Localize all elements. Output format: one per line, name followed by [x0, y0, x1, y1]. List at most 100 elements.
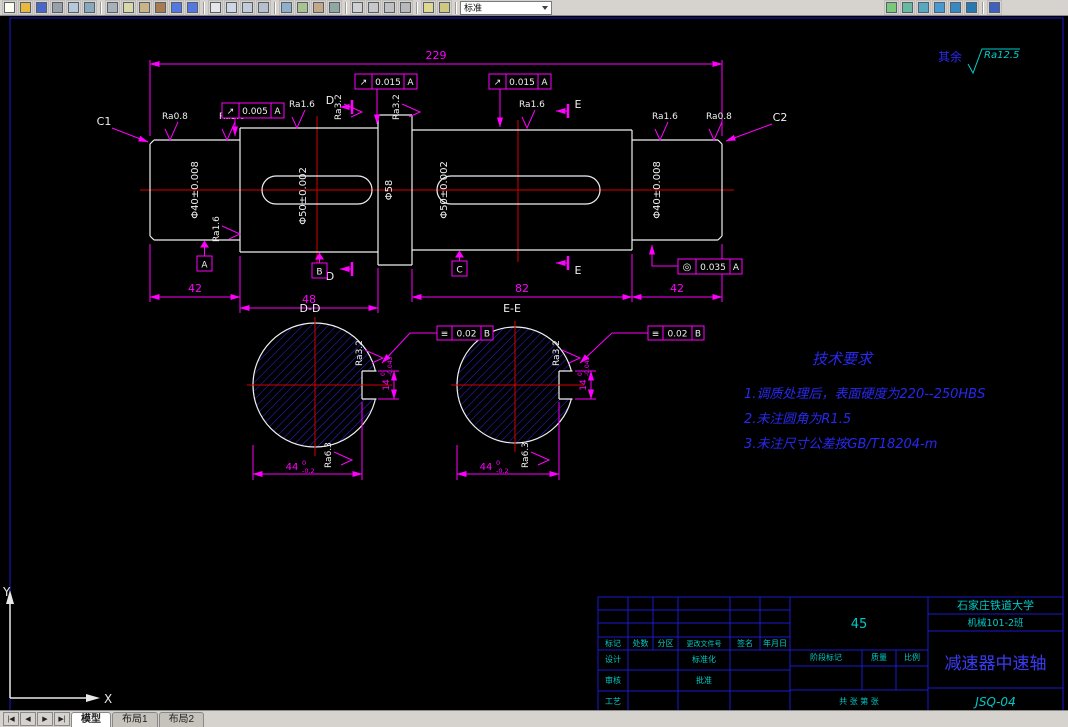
svg-text:A: A — [274, 107, 281, 117]
text-style-glyph — [918, 2, 929, 13]
match-properties-icon[interactable] — [153, 0, 168, 15]
tech-line-1: 1.调质处理后，表面硬度为220--250HBS — [744, 387, 985, 402]
cad-window: 标准 229 42 48 82 42 44 0 -0.2 44 0 -0.2 1… — [0, 0, 1068, 727]
tab-layout1[interactable]: 布局1 — [112, 712, 158, 727]
tb-label-zone: 分区 — [658, 639, 674, 648]
dim-42-right: 42 — [670, 282, 684, 295]
tool-palettes-icon[interactable] — [311, 0, 326, 15]
combo-arrow-icon[interactable] — [542, 5, 548, 10]
tolerance-frame-runout-2: ↗ 0.015 A — [354, 73, 418, 90]
svg-text:0.005: 0.005 — [242, 107, 268, 117]
dim-44-dd-tol-up: 0 — [302, 459, 306, 467]
tb-drawing-no: JSQ-04 — [973, 695, 1015, 709]
open-icon[interactable] — [18, 0, 33, 15]
top-toolbar: 标准 — [0, 0, 1068, 16]
publish-icon[interactable] — [82, 0, 97, 15]
layer-control-icon[interactable] — [437, 0, 452, 15]
cut-icon[interactable] — [105, 0, 120, 15]
lights-icon[interactable] — [964, 0, 979, 15]
plot-preview-icon[interactable] — [66, 0, 81, 15]
zoom-realtime-icon[interactable] — [224, 0, 239, 15]
open-glyph — [20, 2, 31, 13]
tab-model[interactable]: 模型 — [71, 712, 111, 727]
drawing-canvas[interactable]: 229 42 48 82 42 44 0 -0.2 44 0 -0.2 14 0… — [0, 16, 1068, 713]
pan-icon[interactable] — [208, 0, 223, 15]
tab-nav-first-icon[interactable]: |◀ — [3, 712, 19, 726]
dim-14-ee: 14 — [579, 379, 589, 391]
tolerance-frame-runout-3: ↗ 0.015 A — [488, 73, 552, 90]
roughness-label: Ra0.8 — [706, 112, 732, 122]
materials-icon[interactable] — [948, 0, 963, 15]
save-icon[interactable] — [34, 0, 49, 15]
chamfer-c2: C2 — [773, 111, 788, 124]
layer-properties-glyph — [423, 2, 434, 13]
design-center-icon[interactable] — [295, 0, 310, 15]
table-style-icon[interactable] — [900, 0, 915, 15]
trim-icon[interactable] — [398, 0, 413, 15]
zoom-previous-glyph — [258, 2, 269, 13]
undo-glyph — [171, 2, 182, 13]
sheet-set-manager-icon[interactable] — [327, 0, 342, 15]
tb-label-count: 处数 — [633, 638, 649, 648]
design-center-glyph — [297, 2, 308, 13]
tb-label-std: 标准化 — [692, 654, 716, 664]
text-style-combo[interactable]: 标准 — [460, 0, 552, 15]
help-icon[interactable] — [987, 0, 1002, 15]
roughness-label: Ra1.6 — [652, 112, 678, 122]
match-properties-glyph — [155, 2, 166, 13]
svg-text:≡: ≡ — [652, 330, 660, 340]
tab-nav-next-icon[interactable]: ▶ — [37, 712, 53, 726]
roughness-label: Ra3.2 — [392, 94, 402, 120]
new-icon[interactable] — [2, 0, 17, 15]
dimension-style-icon[interactable] — [884, 0, 899, 15]
redo-icon[interactable] — [185, 0, 200, 15]
tb-label-date: 年月日 — [763, 638, 787, 648]
ucs-y-label: Y — [2, 585, 11, 599]
roughness-label: Ra1.6 — [212, 216, 222, 242]
copy-icon[interactable] — [121, 0, 136, 15]
zoom-previous-icon[interactable] — [256, 0, 271, 15]
toolbar-separator — [100, 1, 102, 14]
cut-glyph — [107, 2, 118, 13]
dia-collar: Φ58 — [384, 180, 395, 201]
paste-icon[interactable] — [137, 0, 152, 15]
svg-text:0.015: 0.015 — [375, 78, 401, 88]
undo-icon[interactable] — [169, 0, 184, 15]
tech-title: 技术要求 — [812, 350, 874, 368]
rotate-icon[interactable] — [382, 0, 397, 15]
roughness-label: Ra1.6 — [289, 100, 315, 110]
surface-note-ra: Ra12.5 — [984, 50, 1019, 61]
tb-label-design: 设计 — [605, 654, 621, 664]
dim-14-dd-tol-up: 0 — [380, 372, 387, 376]
toolbar-separator — [203, 1, 205, 14]
render-icon[interactable] — [932, 0, 947, 15]
drawing-viewport[interactable]: 229 42 48 82 42 44 0 -0.2 44 0 -0.2 14 0… — [0, 16, 1068, 713]
tab-nav-last-icon[interactable]: ▶| — [54, 712, 70, 726]
roughness-label: Ra6.3 — [521, 442, 531, 468]
chamfer-c1: C1 — [97, 115, 112, 128]
text-style-icon[interactable] — [916, 0, 931, 15]
zoom-window-icon[interactable] — [240, 0, 255, 15]
tb-label-approve: 批准 — [696, 675, 712, 685]
dia-right-keyseat: Φ50±0.002 — [439, 161, 450, 219]
roughness-label: Ra3.2 — [355, 340, 365, 366]
svg-text:A: A — [733, 263, 740, 273]
tech-line-2: 2.未注圆角为R1.5 — [744, 412, 851, 427]
tolerance-frame-runout-1: ↗ 0.005 A — [221, 102, 285, 119]
properties-icon[interactable] — [279, 0, 294, 15]
erase-icon[interactable] — [350, 0, 365, 15]
tab-layout2[interactable]: 布局2 — [158, 712, 205, 727]
tb-label-sign: 签名 — [737, 638, 753, 648]
tolerance-frame-symmetry-ee: ≡ 0.02 B — [647, 325, 705, 341]
dim-14-ee-tol-up: 0 — [577, 372, 584, 376]
help-glyph — [989, 2, 1000, 13]
move-icon[interactable] — [366, 0, 381, 15]
tb-label-check: 审核 — [605, 675, 621, 685]
plot-icon[interactable] — [50, 0, 65, 15]
surface-note-rest: 其余 — [938, 49, 962, 64]
layer-properties-icon[interactable] — [421, 0, 436, 15]
plot-preview-glyph — [68, 2, 79, 13]
tb-label-mass: 质量 — [871, 652, 887, 662]
sheet-set-manager-glyph — [329, 2, 340, 13]
tab-nav-prev-icon[interactable]: ◀ — [20, 712, 36, 726]
